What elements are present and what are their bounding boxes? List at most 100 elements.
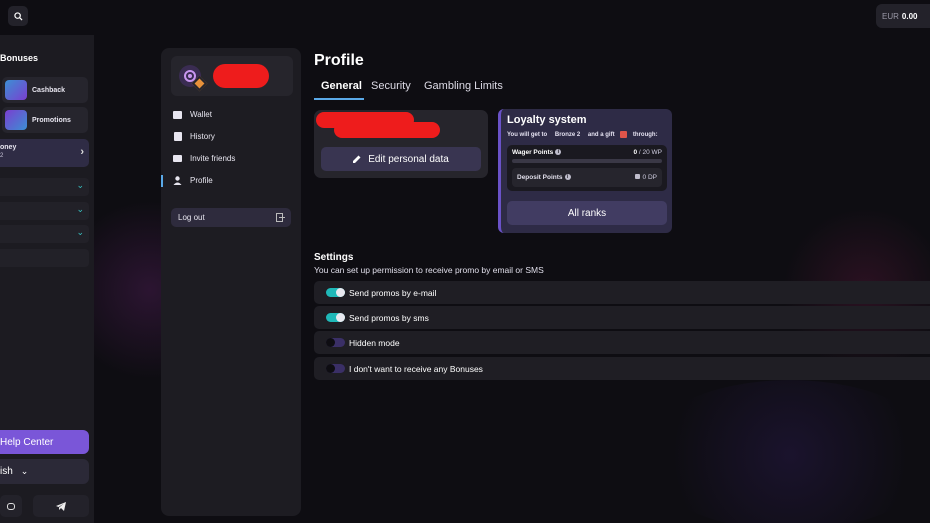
- setting-label: Hidden mode: [349, 337, 400, 348]
- sidebar-item-money[interactable]: oney 2 ›: [0, 139, 89, 167]
- menu-item-profile[interactable]: Profile: [173, 176, 213, 185]
- sidebar-item-label: Cashback: [32, 86, 66, 94]
- loyalty-sub-prefix: You will get to: [507, 132, 548, 139]
- deposit-points-row: Deposit Points i 0 DP: [512, 168, 662, 187]
- sidebar-row[interactable]: [0, 249, 89, 267]
- background-glow: [640, 380, 930, 523]
- deposit-points-label: Deposit Points i: [517, 174, 571, 181]
- telegram-icon: [56, 501, 66, 511]
- help-center-button[interactable]: Help Center: [0, 430, 89, 454]
- loyalty-title: Loyalty system: [507, 114, 587, 126]
- loyalty-card: Loyalty system You will get to Bronze 2 …: [498, 109, 672, 233]
- wager-target: / 20 WP: [638, 149, 662, 156]
- chevron-down-icon: ⌄: [76, 180, 84, 190]
- setting-label: Send promos by e-mail: [349, 287, 437, 298]
- all-ranks-button[interactable]: All ranks: [507, 201, 667, 225]
- balance-currency: EUR: [882, 11, 899, 21]
- sidebar-collapsible[interactable]: ⌄: [0, 178, 89, 196]
- wager-points-box: Wager Points i 0 / 20 WP Deposit Points i …: [507, 145, 667, 191]
- active-indicator: [161, 175, 163, 187]
- gift-icon: [620, 131, 628, 138]
- username-redaction: [213, 64, 269, 88]
- toggle-switch[interactable]: [326, 364, 345, 373]
- invite-icon: [173, 154, 182, 163]
- bonuses-title: Bonuses: [0, 53, 39, 63]
- menu-item-wallet[interactable]: Wallet: [173, 110, 212, 119]
- lock-icon: [634, 174, 640, 179]
- sidebar-collapsible[interactable]: ⌄: [0, 225, 89, 243]
- setting-no-bonuses[interactable]: I don't want to receive any Bonuses: [314, 357, 930, 380]
- page-title: Profile: [314, 52, 364, 69]
- user-icon: [173, 176, 182, 185]
- toggle-switch[interactable]: [326, 338, 345, 347]
- menu-item-label: Wallet: [190, 110, 212, 119]
- chevron-right-icon: ›: [80, 146, 84, 158]
- account-sidebar: Wallet History Invite friends Profile Lo…: [161, 48, 301, 516]
- deposit-points-value: 0 DP: [634, 174, 657, 181]
- settings-subtitle: You can set up permission to receive pro…: [314, 265, 544, 275]
- social-button[interactable]: [0, 495, 22, 517]
- setting-promos-sms[interactable]: Send promos by sms: [314, 306, 930, 329]
- info-icon[interactable]: i: [555, 149, 562, 156]
- loyalty-rank: Bronze 2: [554, 132, 581, 139]
- deposit-label-text: Deposit Points: [517, 174, 563, 181]
- tab-general[interactable]: General: [321, 80, 362, 92]
- setting-label: I don't want to receive any Bonuses: [349, 363, 483, 374]
- language-label: ish: [0, 466, 13, 477]
- tab-underline: [314, 98, 364, 100]
- sidebar-item-label: Promotions: [32, 116, 71, 124]
- wager-points-value: 0 / 20 WP: [633, 149, 662, 156]
- setting-hidden-mode[interactable]: Hidden mode: [314, 331, 930, 354]
- sidebar-item-promotions[interactable]: Promotions: [2, 107, 88, 133]
- edit-personal-data-button[interactable]: Edit personal data: [321, 147, 481, 171]
- settings-title: Settings: [314, 252, 354, 263]
- promotions-icon: [5, 110, 27, 130]
- deposit-value: 0 DP: [642, 174, 657, 181]
- edit-button-label: Edit personal data: [368, 153, 449, 165]
- language-selector[interactable]: ish ⌄: [0, 459, 89, 484]
- setting-promos-email[interactable]: Send promos by e-mail: [314, 281, 930, 304]
- menu-item-label: History: [190, 132, 215, 141]
- menu-item-invite-friends[interactable]: Invite friends: [173, 154, 235, 163]
- toggle-switch[interactable]: [326, 288, 345, 297]
- loyalty-sub-suffix: through:: [632, 132, 658, 139]
- money-label: oney: [0, 144, 17, 151]
- wager-current: 0: [633, 149, 638, 156]
- history-icon: [173, 132, 182, 141]
- menu-item-history[interactable]: History: [173, 132, 215, 141]
- wager-progress-bar: [512, 159, 662, 163]
- tab-gambling-limits[interactable]: Gambling Limits: [424, 80, 503, 92]
- balance-display[interactable]: EUR 0.00: [876, 4, 930, 28]
- wallet-icon: [173, 110, 182, 119]
- toggle-switch[interactable]: [326, 313, 345, 322]
- discord-icon: [7, 502, 15, 510]
- sidebar-collapsible[interactable]: ⌄: [0, 202, 89, 220]
- cashback-icon: [5, 80, 27, 100]
- menu-item-label: Invite friends: [190, 154, 236, 163]
- info-icon[interactable]: i: [564, 174, 571, 181]
- logout-icon: [276, 213, 285, 222]
- loyalty-sub-mid: and a gift: [587, 132, 615, 139]
- search-button[interactable]: [8, 6, 28, 26]
- money-sub: 2: [0, 153, 4, 159]
- email-redaction: [334, 122, 440, 138]
- profile-card: Edit personal data: [314, 110, 488, 178]
- logout-label: Log out: [178, 213, 205, 222]
- user-card: [171, 56, 293, 96]
- wager-label-text: Wager Points: [512, 149, 554, 156]
- logout-button[interactable]: Log out: [171, 208, 291, 227]
- chevron-down-icon: ⌄: [20, 466, 29, 476]
- wager-points-label: Wager Points i: [512, 149, 562, 156]
- search-icon: [13, 11, 23, 21]
- left-sidebar: Bonuses Cashback Promotions oney 2 › ⌄ ⌄…: [0, 35, 94, 523]
- chevron-down-icon: ⌄: [76, 227, 84, 237]
- tab-security[interactable]: Security: [371, 80, 411, 92]
- balance-amount: 0.00: [901, 11, 918, 21]
- setting-label: Send promos by sms: [349, 312, 429, 323]
- telegram-button[interactable]: [33, 495, 89, 517]
- menu-item-label: Profile: [190, 176, 213, 185]
- pencil-icon: [353, 155, 361, 163]
- sidebar-item-cashback[interactable]: Cashback: [2, 77, 88, 103]
- chevron-down-icon: ⌄: [76, 204, 84, 214]
- loyalty-subtitle: You will get to Bronze 2 and a gift thro…: [507, 131, 658, 138]
